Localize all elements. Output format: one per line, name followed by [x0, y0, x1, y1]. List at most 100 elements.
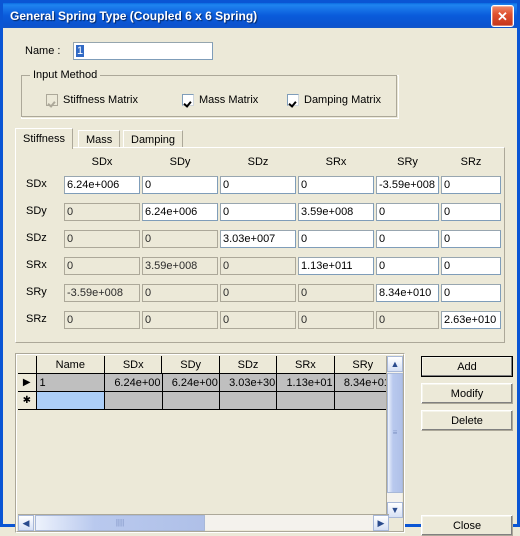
add-button[interactable]: Add: [421, 356, 513, 377]
add-button-label: Add: [457, 360, 477, 373]
grid-cell[interactable]: [334, 392, 392, 410]
stiffness-matrix: SDx SDy SDz SRx SRy SRz SDx 6.24e+006 0 0 0 -3.59e+…: [16, 148, 504, 342]
grid-cell[interactable]: 1: [36, 374, 106, 392]
matrix-cell-sdy-srx[interactable]: 3.59e+008: [298, 203, 374, 221]
row-indicator-icon[interactable]: ▶: [18, 374, 37, 392]
grid-column-header[interactable]: SRx: [277, 356, 335, 374]
grid-horizontal-scrollbar[interactable]: ◀ |||| ▶: [18, 514, 389, 531]
grid-cell[interactable]: 1.13e+01: [277, 374, 335, 392]
matrix-cell-sdz-sry[interactable]: 0: [376, 230, 439, 248]
modify-button[interactable]: Modify: [421, 383, 513, 404]
matrix-cell-sry-sry[interactable]: 8.34e+010: [376, 284, 439, 302]
matrix-cell-sdx-srz[interactable]: 0: [441, 176, 501, 194]
scroll-down-icon[interactable]: ▼: [387, 502, 403, 518]
matrix-cell-srx-sry[interactable]: 0: [376, 257, 439, 275]
window-title: General Spring Type (Coupled 6 x 6 Sprin…: [10, 8, 258, 23]
name-label: Name :: [25, 45, 61, 57]
close-glyph: ✕: [497, 8, 508, 24]
delete-button[interactable]: Delete: [421, 410, 513, 431]
grid-cell[interactable]: [219, 392, 278, 410]
matrix-cell-sdz-sdz[interactable]: 3.03e+007: [220, 230, 296, 248]
matrix-cell-sry-srz[interactable]: 0: [441, 284, 501, 302]
horizontal-scroll-thumb[interactable]: ||||: [35, 515, 205, 531]
matrix-cell-sdz-sdx: 0: [64, 230, 140, 248]
scroll-right-icon[interactable]: ▶: [373, 515, 389, 531]
name-input-value: 1: [76, 45, 85, 57]
matrix-column-header: SDy: [169, 156, 191, 168]
grid-cell[interactable]: [105, 392, 163, 410]
checkbox-mass-matrix[interactable]: Mass Matrix: [182, 94, 258, 106]
row-indicator-icon[interactable]: ✱: [18, 392, 37, 410]
matrix-cell-sdy-srz[interactable]: 0: [441, 203, 501, 221]
vertical-scroll-thumb[interactable]: ≡: [387, 373, 403, 493]
name-row: Name : 1: [3, 42, 517, 62]
matrix-row-header: SDy: [26, 205, 47, 217]
matrix-cell-sdx-srx[interactable]: 0: [298, 176, 374, 194]
scroll-up-glyph: ▲: [390, 359, 400, 369]
matrix-cell-sdy-sdx: 0: [64, 203, 140, 221]
matrix-cell-sdz-srz[interactable]: 0: [441, 230, 501, 248]
grid-cell[interactable]: [162, 392, 220, 410]
grid-column-header[interactable]: SRy: [334, 356, 392, 374]
table-row[interactable]: ✱: [18, 392, 392, 410]
matrix-column-header: SRy: [397, 156, 418, 168]
matrix-cell-sdy-sdy[interactable]: 6.24e+006: [142, 203, 218, 221]
tab-panel-stiffness: SDx SDy SDz SRx SRy SRz SDx 6.24e+006 0 0 0 -3.59e+…: [15, 147, 505, 343]
tab-label: Damping: [131, 133, 176, 146]
checkbox-label: Stiffness Matrix: [63, 94, 138, 106]
matrix-cell-srx-srz[interactable]: 0: [441, 257, 501, 275]
checkbox-icon: [182, 94, 194, 106]
matrix-cell-srz-srx: 0: [298, 311, 374, 329]
checkbox-icon: [287, 94, 299, 106]
tab-label: Stiffness: [23, 133, 65, 145]
tab-stiffness[interactable]: Stiffness: [15, 128, 73, 149]
close-icon[interactable]: ✕: [491, 5, 514, 27]
matrix-column-header: SRz: [460, 156, 482, 168]
grid-column-header[interactable]: SDy: [162, 356, 220, 374]
name-input[interactable]: 1: [73, 42, 213, 60]
scroll-down-glyph: ▼: [390, 505, 400, 515]
grid-cell[interactable]: 3.03e+30: [219, 374, 278, 392]
scroll-left-icon[interactable]: ◀: [18, 515, 34, 531]
title-bar: General Spring Type (Coupled 6 x 6 Sprin…: [3, 3, 517, 28]
matrix-cell-srx-sdy: 3.59e+008: [142, 257, 218, 275]
matrix-row-header: SRz: [26, 313, 47, 325]
matrix-cell-srx-srx[interactable]: 1.13e+011: [298, 257, 374, 275]
matrix-cell-sdx-sdy[interactable]: 0: [142, 176, 218, 194]
grid-cell[interactable]: [277, 392, 335, 410]
checkbox-stiffness-matrix[interactable]: Stiffness Matrix: [46, 94, 138, 106]
checkbox-label: Mass Matrix: [199, 94, 259, 106]
delete-button-label: Delete: [451, 414, 483, 427]
scroll-grip-icon: ≡: [392, 428, 398, 437]
grid-cell[interactable]: 6.24e+00: [162, 374, 220, 392]
tab-mass[interactable]: Mass: [78, 130, 121, 148]
grid-column-header[interactable]: SDz: [219, 356, 278, 374]
matrix-cell-srz-srz[interactable]: 2.63e+010: [441, 311, 501, 329]
matrix-cell-sdx-sry[interactable]: -3.59e+008: [376, 176, 439, 194]
grid-cell[interactable]: 8.34e+01: [334, 374, 392, 392]
matrix-cell-srz-sry: 0: [376, 311, 439, 329]
matrix-cell-sdx-sdx[interactable]: 6.24e+006: [64, 176, 140, 194]
grid-cell[interactable]: [36, 392, 106, 410]
matrix-cell-sry-sdy: 0: [142, 284, 218, 302]
matrix-column-header: SDx: [91, 156, 113, 168]
close-button[interactable]: Close: [421, 515, 513, 536]
grid-column-header[interactable]: SDx: [105, 356, 163, 374]
spring-list-grid: Name SDx SDy SDz SRx SRy ▶ 1 6.24e+00 6.24e+00 3.0…: [15, 353, 405, 533]
matrix-row-header: SRy: [26, 286, 47, 298]
matrix-cell-sdy-sdz[interactable]: 0: [220, 203, 296, 221]
tab-damping[interactable]: Damping: [123, 130, 184, 148]
table-row[interactable]: ▶ 1 6.24e+00 6.24e+00 3.03e+30 1.13e+01 8.34e+…: [18, 374, 392, 392]
matrix-cell-sdy-sry[interactable]: 0: [376, 203, 439, 221]
grid-column-header[interactable]: Name: [36, 356, 106, 374]
matrix-column-header: SRx: [325, 156, 347, 168]
matrix-cell-sdz-srx[interactable]: 0: [298, 230, 374, 248]
grid-cell[interactable]: 6.24e+00: [105, 374, 163, 392]
scroll-up-icon[interactable]: ▲: [387, 356, 403, 372]
grid-vertical-scrollbar[interactable]: ▲ ≡ ▼: [386, 356, 403, 518]
matrix-cell-sdx-sdz[interactable]: 0: [220, 176, 296, 194]
modify-button-label: Modify: [450, 387, 484, 400]
checkbox-damping-matrix[interactable]: Damping Matrix: [287, 94, 381, 106]
input-method-legend: Input Method: [30, 69, 101, 81]
matrix-cell-srx-sdx: 0: [64, 257, 140, 275]
